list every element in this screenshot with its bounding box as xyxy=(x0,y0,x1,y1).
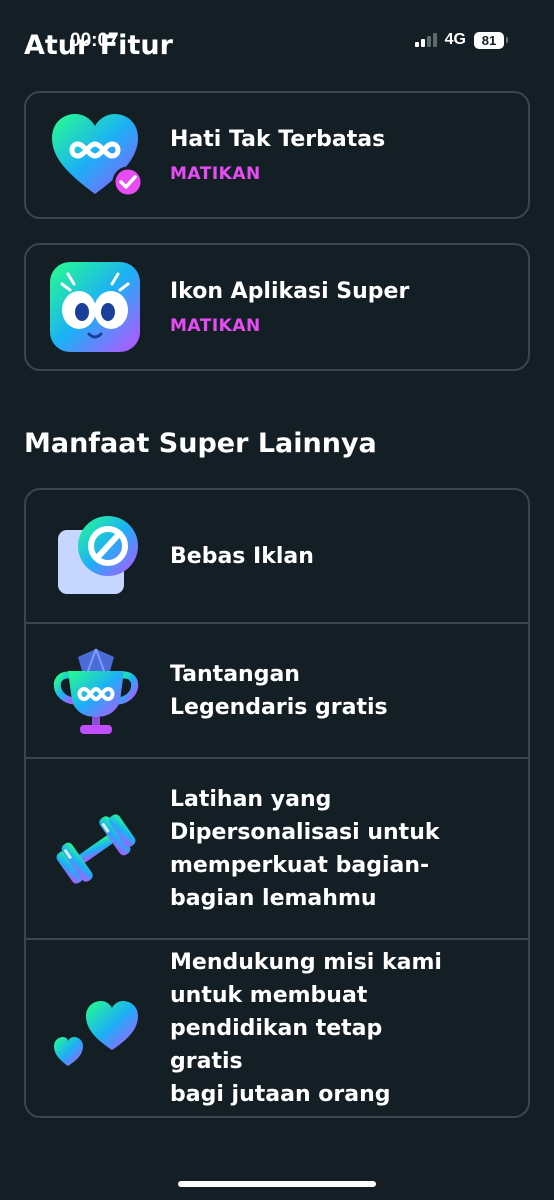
benefit-text: Tantangan Legendaris gratis xyxy=(170,661,388,720)
feature-name: Hati Tak Terbatas xyxy=(170,126,386,152)
signal-icon xyxy=(414,33,437,47)
home-indicator[interactable] xyxy=(178,1181,376,1187)
section-title-features: Atur Fitur xyxy=(24,30,173,61)
feature-card-super-app-icon: Ikon Aplikasi Super MATIKAN xyxy=(24,243,530,371)
no-ads-icon xyxy=(48,508,144,604)
list-item: Latihan yang Dipersonalisasi untuk mempe… xyxy=(26,759,528,940)
feature-card-unlimited-hearts: Hati Tak Terbatas MATIKAN xyxy=(24,91,530,219)
battery-icon: 81 xyxy=(474,31,508,49)
dumbbell-icon xyxy=(48,801,144,897)
trophy-icon xyxy=(48,643,144,739)
benefits-list: Bebas Iklan Tantangan Legendaris gratis … xyxy=(24,488,530,1118)
list-item: Bebas Iklan xyxy=(26,490,528,624)
hearts-icon xyxy=(48,980,144,1076)
list-item: Tantangan Legendaris gratis xyxy=(26,624,528,759)
feature-name: Ikon Aplikasi Super xyxy=(170,278,410,304)
turn-off-button[interactable]: MATIKAN xyxy=(170,316,409,336)
infinity-heart-icon xyxy=(48,108,144,202)
list-item: Mendukung misi kami untuk membuat pendid… xyxy=(26,940,528,1116)
turn-off-button[interactable]: MATIKAN xyxy=(170,164,385,184)
super-owl-app-icon xyxy=(48,260,142,354)
benefit-text: Latihan yang Dipersonalisasi untuk mempe… xyxy=(170,786,440,911)
network-type: 4G xyxy=(444,31,466,48)
benefit-text: Bebas Iklan xyxy=(170,543,314,569)
section-title-benefits: Manfaat Super Lainnya xyxy=(24,428,377,459)
battery-level: 81 xyxy=(474,31,504,49)
benefit-text: Mendukung misi kami untuk membuat pendid… xyxy=(170,949,442,1107)
status-indicators: 4G 81 xyxy=(414,31,508,49)
